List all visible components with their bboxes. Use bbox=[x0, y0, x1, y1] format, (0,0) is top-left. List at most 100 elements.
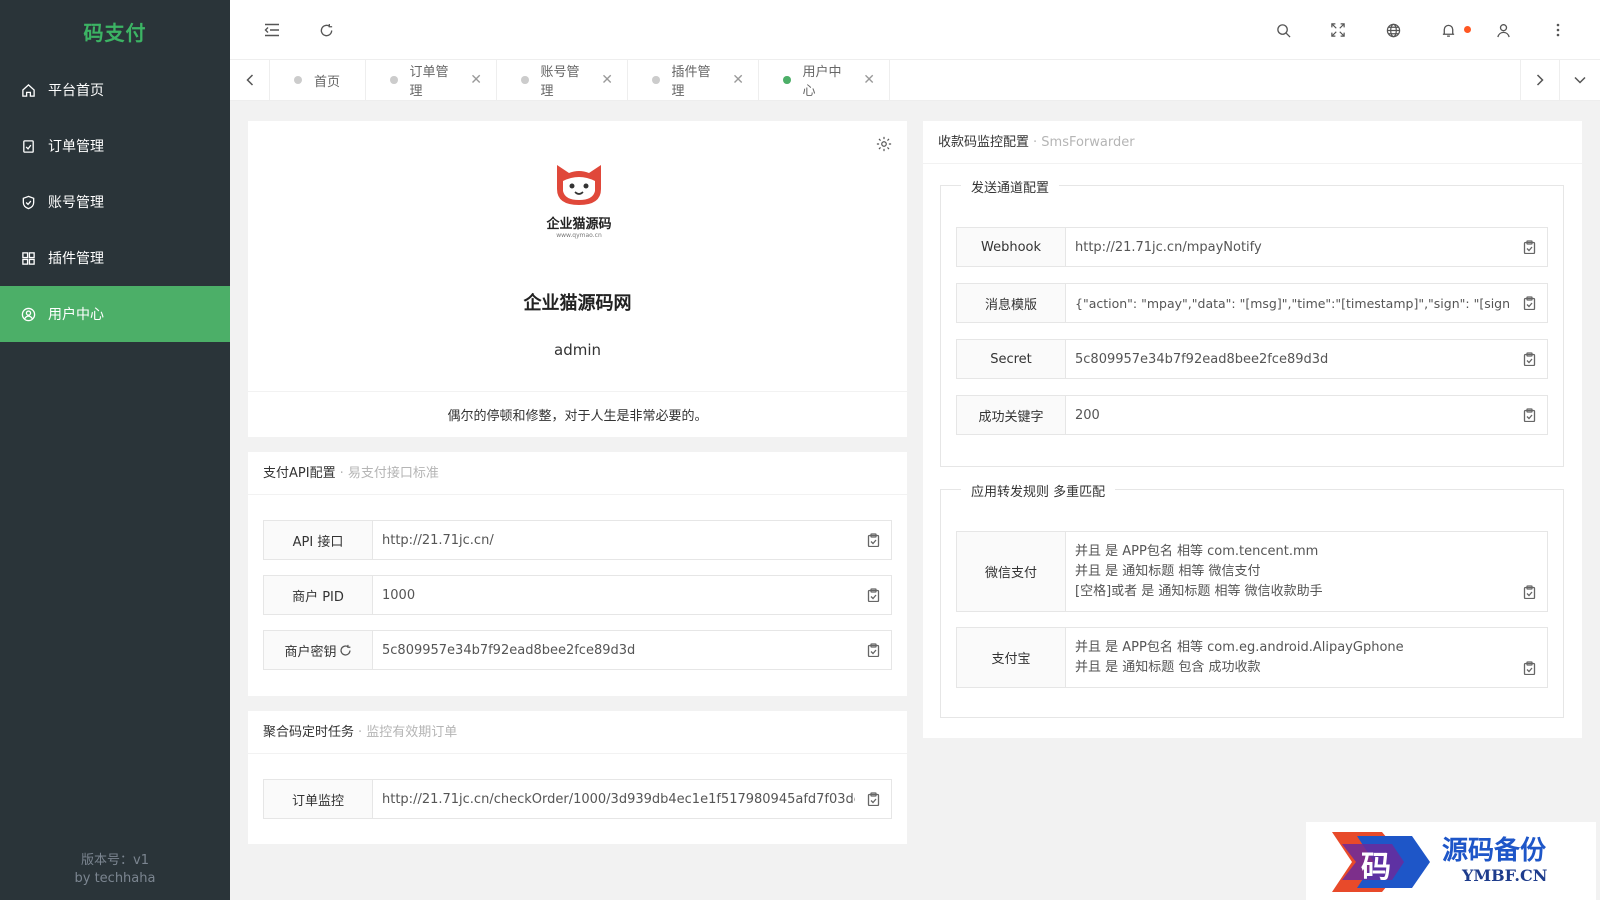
tab-plugins[interactable]: 插件管理 ✕ bbox=[628, 60, 759, 100]
sidebar-item-user-center[interactable]: 用户中心 bbox=[0, 286, 230, 342]
settings-gear-icon[interactable] bbox=[875, 135, 893, 157]
field-label: API 接口 bbox=[264, 521, 373, 559]
field-label: 支付宝 bbox=[957, 628, 1066, 687]
close-icon[interactable]: ✕ bbox=[732, 72, 744, 88]
wechat-rule-row: 微信支付 并且 是 APP包名 相等 com.tencent.mm 并且 是 通… bbox=[956, 531, 1548, 612]
merchant-pid-field[interactable]: 1000 bbox=[373, 576, 855, 614]
field-label: 订单监控 bbox=[264, 780, 373, 818]
grid-icon bbox=[20, 250, 36, 266]
merchant-key-field[interactable]: 5c809957e34b7f92ead8bee2fce89d3d bbox=[373, 631, 855, 669]
tab-label: 首页 bbox=[314, 74, 341, 90]
wechat-rule-field[interactable]: 并且 是 APP包名 相等 com.tencent.mm 并且 是 通知标题 相… bbox=[1066, 532, 1511, 611]
close-icon[interactable]: ✕ bbox=[863, 72, 875, 88]
sidebar-item-home[interactable]: 平台首页 bbox=[0, 62, 230, 118]
api-endpoint-row: API 接口 http://21.71jc.cn/ bbox=[263, 520, 892, 560]
refresh-icon[interactable] bbox=[316, 20, 336, 40]
shield-icon bbox=[20, 194, 36, 210]
fieldset-legend: 发送通道配置 bbox=[961, 177, 1060, 196]
tab-user-center[interactable]: 用户中心 ✕ bbox=[759, 60, 890, 100]
field-label: 微信支付 bbox=[957, 532, 1066, 611]
webhook-row: Webhook http://21.71jc.cn/mpayNotify bbox=[956, 227, 1548, 267]
order-monitor-row: 订单监控 http://21.71jc.cn/checkOrder/1000/3… bbox=[263, 779, 892, 819]
version-label: 版本号：v1 bbox=[81, 853, 149, 868]
clipboard-icon[interactable] bbox=[1511, 284, 1547, 322]
menu-fold-icon[interactable] bbox=[262, 20, 282, 40]
tab-label: 账号管理 bbox=[540, 65, 580, 99]
clipboard-icon[interactable] bbox=[1511, 396, 1547, 434]
clipboard-icon[interactable] bbox=[1511, 340, 1547, 378]
tab-label: 订单管理 bbox=[409, 65, 449, 99]
secret-field[interactable]: 5c809957e34b7f92ead8bee2fce89d3d bbox=[1066, 340, 1511, 378]
alipay-rule-field[interactable]: 并且 是 APP包名 相等 com.eg.android.AlipayGphon… bbox=[1066, 628, 1511, 687]
tab-accounts[interactable]: 账号管理 ✕ bbox=[497, 60, 628, 100]
clipboard-icon[interactable] bbox=[855, 631, 891, 669]
regenerate-key-icon[interactable] bbox=[339, 644, 352, 657]
tabs-dropdown-button[interactable] bbox=[1560, 60, 1600, 100]
sidebar-item-label: 用户中心 bbox=[48, 307, 104, 323]
tab-home[interactable]: 首页 bbox=[270, 60, 366, 100]
logo-text: 企业猫源码 bbox=[546, 217, 612, 232]
clipboard-icon[interactable] bbox=[855, 576, 891, 614]
version-info: 版本号：v1 by techhaha bbox=[0, 852, 230, 888]
close-icon[interactable]: ✕ bbox=[470, 72, 482, 88]
fieldset-legend: 应用转发规则 多重匹配 bbox=[961, 481, 1116, 500]
user-circle-icon bbox=[20, 306, 36, 322]
tab-label: 插件管理 bbox=[671, 65, 711, 99]
field-label: 商户 PID bbox=[264, 576, 373, 614]
username: admin bbox=[554, 341, 601, 359]
tabs-bar: 首页 订单管理 ✕ 账号管理 ✕ 插件管理 ✕ 用户中心 ✕ bbox=[230, 60, 1600, 101]
card-subtitle: · SmsForwarder bbox=[1033, 135, 1135, 150]
card-subtitle: · 易支付接口标准 bbox=[339, 466, 439, 481]
tab-dot bbox=[294, 76, 302, 84]
tab-dot bbox=[652, 76, 660, 84]
sidebar-item-label: 平台首页 bbox=[48, 83, 104, 99]
secret-row: Secret 5c809957e34b7f92ead8bee2fce89d3d bbox=[956, 339, 1548, 379]
webhook-field[interactable]: http://21.71jc.cn/mpayNotify bbox=[1066, 228, 1511, 266]
forward-rules-fieldset: 应用转发规则 多重匹配 微信支付 并且 是 APP包名 相等 com.tence… bbox=[940, 481, 1564, 718]
close-icon[interactable]: ✕ bbox=[601, 72, 613, 88]
tabs-next-button[interactable] bbox=[1520, 60, 1560, 100]
logo-url: www.qymao.cn bbox=[556, 232, 602, 239]
clipboard-icon[interactable] bbox=[1511, 628, 1547, 687]
brand-logo[interactable]: 码支付 bbox=[0, 0, 230, 62]
success-keyword-row: 成功关键字 200 bbox=[956, 395, 1548, 435]
bell-icon[interactable] bbox=[1438, 20, 1458, 40]
fullscreen-icon[interactable] bbox=[1328, 20, 1348, 40]
card-title: 收款码监控配置 bbox=[938, 135, 1030, 150]
clipboard-icon[interactable] bbox=[1511, 532, 1547, 611]
tab-dot bbox=[521, 76, 529, 84]
author-label: by techhaha bbox=[74, 871, 156, 886]
api-endpoint-field[interactable]: http://21.71jc.cn/ bbox=[373, 521, 855, 559]
order-monitor-field[interactable]: http://21.71jc.cn/checkOrder/1000/3d939d… bbox=[373, 780, 855, 818]
sidebar-item-label: 账号管理 bbox=[48, 195, 104, 211]
success-keyword-field[interactable]: 200 bbox=[1066, 396, 1511, 434]
message-template-field[interactable]: {"action": "mpay","data": "[msg]","time"… bbox=[1066, 284, 1511, 322]
sidebar-item-orders[interactable]: 订单管理 bbox=[0, 118, 230, 174]
site-logo: 企业猫源码 www.qymao.cn bbox=[524, 163, 634, 239]
tab-orders[interactable]: 订单管理 ✕ bbox=[366, 60, 497, 100]
merchant-pid-row: 商户 PID 1000 bbox=[263, 575, 892, 615]
sidebar-item-plugins[interactable]: 插件管理 bbox=[0, 230, 230, 286]
globe-icon[interactable] bbox=[1383, 20, 1403, 40]
rule-line: 并且 是 通知标题 包含 成功收款 bbox=[1075, 659, 1261, 675]
card-subtitle: · 监控有效期订单 bbox=[358, 725, 458, 740]
user-icon[interactable] bbox=[1493, 20, 1513, 40]
channel-config-fieldset: 发送通道配置 Webhook http://21.71jc.cn/mpayNot… bbox=[940, 177, 1564, 467]
api-config-card: 支付API配置 · 易支付接口标准 API 接口 http://21.71jc.c… bbox=[248, 452, 907, 696]
merchant-key-label: 商户密钥 bbox=[284, 644, 337, 660]
clipboard-icon[interactable] bbox=[855, 521, 891, 559]
message-template-row: 消息模版 {"action": "mpay","data": "[msg]","… bbox=[956, 283, 1548, 323]
sidebar-item-accounts[interactable]: 账号管理 bbox=[0, 174, 230, 230]
cron-task-card: 聚合码定时任务 · 监控有效期订单 订单监控 http://21.71jc.cn/… bbox=[248, 711, 907, 844]
more-vertical-icon[interactable] bbox=[1548, 20, 1568, 40]
tab-dot bbox=[783, 76, 791, 84]
card-header: 收款码监控配置 · SmsForwarder bbox=[923, 121, 1582, 164]
tabs-prev-button[interactable] bbox=[230, 60, 270, 100]
sidebar-item-label: 插件管理 bbox=[48, 251, 104, 267]
rule-line: 并且 是 APP包名 相等 com.tencent.mm bbox=[1075, 543, 1319, 559]
top-header bbox=[230, 0, 1600, 60]
search-icon[interactable] bbox=[1273, 20, 1293, 40]
field-label: 商户密钥 bbox=[264, 631, 373, 669]
clipboard-icon[interactable] bbox=[1511, 228, 1547, 266]
clipboard-icon[interactable] bbox=[855, 780, 891, 818]
